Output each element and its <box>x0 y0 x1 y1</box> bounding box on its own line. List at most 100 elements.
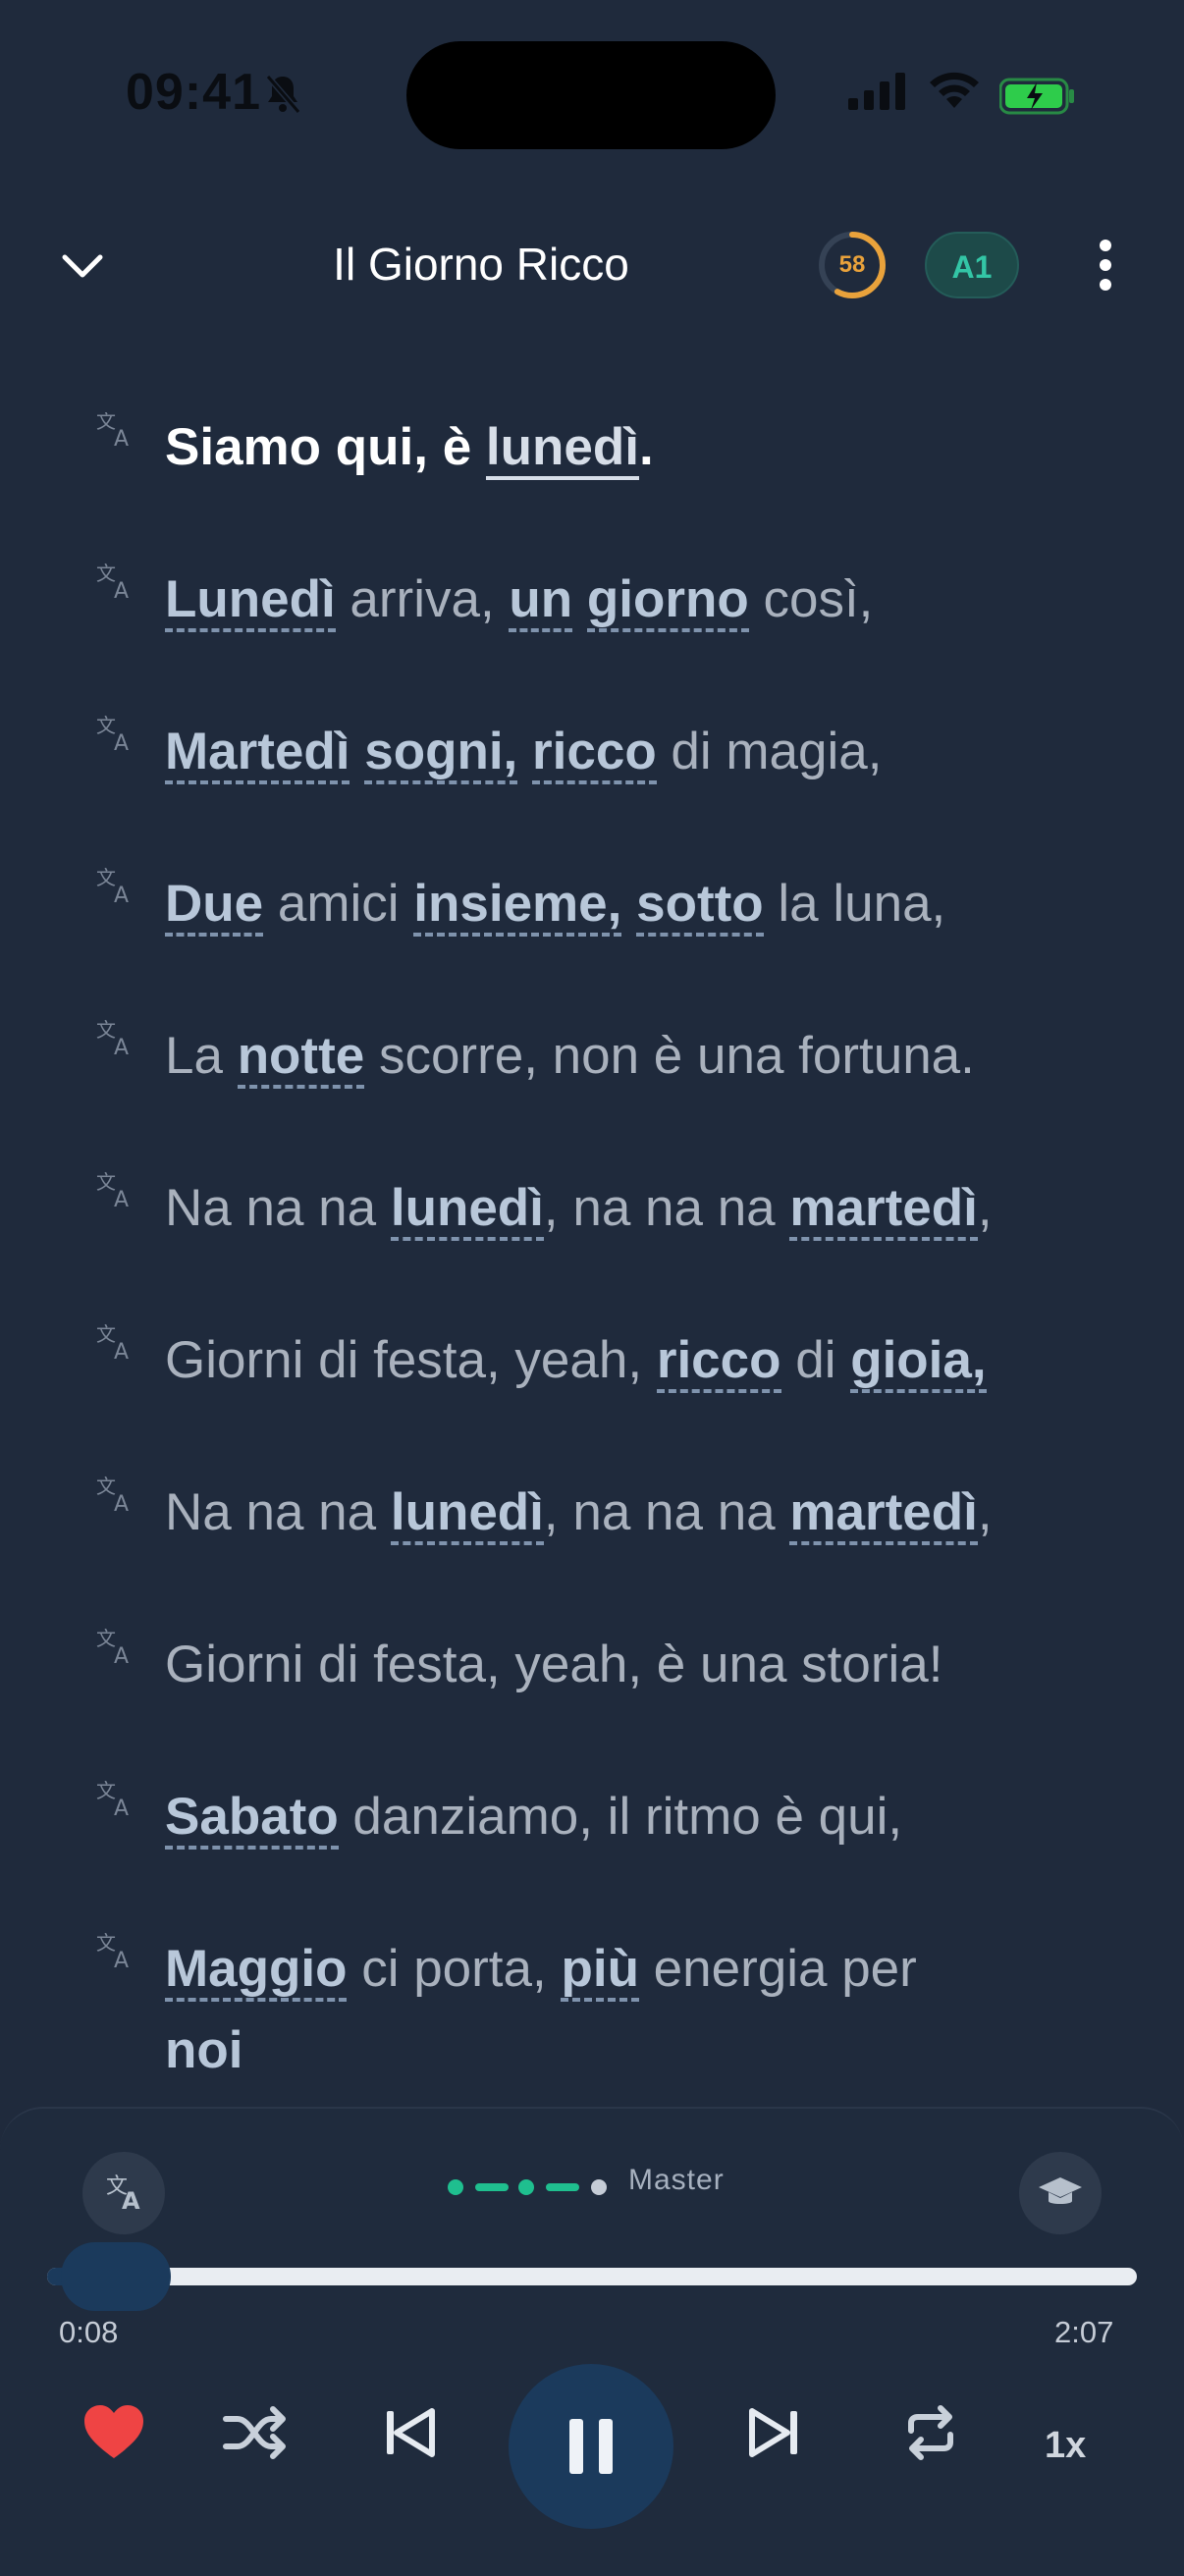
vocab-word[interactable]: ricco <box>656 1331 781 1393</box>
vocab-word[interactable]: Lunedì <box>165 570 336 632</box>
svg-text:文: 文 <box>96 562 116 585</box>
shuffle-icon[interactable] <box>222 2403 291 2462</box>
lyric-text: Lunedì arriva, un giorno così, <box>165 564 873 635</box>
lyric-segment: Giorni di festa, yeah, è una storia! <box>165 1636 943 1693</box>
cell-signal-icon <box>848 73 905 110</box>
svg-text:A: A <box>114 1036 129 1060</box>
wifi-icon <box>930 72 979 108</box>
translate-line-icon[interactable]: 文A <box>94 1470 141 1517</box>
svg-text:A: A <box>114 1492 129 1517</box>
heart-icon[interactable] <box>82 2403 145 2462</box>
vocab-word[interactable]: Martedì <box>165 723 350 784</box>
mastery-level-label: Master <box>628 2164 725 2196</box>
translate-line-icon[interactable]: 文A <box>94 412 141 452</box>
song-header: Il Giorno Ricco 58 A1 <box>0 216 1184 314</box>
more-options-icon[interactable] <box>1090 236 1121 295</box>
skip-next-icon[interactable] <box>746 2403 801 2462</box>
svg-text:文: 文 <box>96 1779 116 1802</box>
vocab-word[interactable]: un <box>509 570 573 632</box>
vocab-word[interactable]: più <box>561 1940 639 2002</box>
translate-line-icon[interactable]: 文A <box>94 557 141 604</box>
lyric-segment: energia per <box>638 1940 917 1998</box>
lyric-text: La notte scorre, non è una fortuna. <box>165 1021 975 1092</box>
lyric-text: Na na na lunedì, na na na martedì, <box>165 1173 993 1244</box>
pause-icon <box>569 2419 613 2474</box>
lyric-text-active: Siamo qui, è lunedì. <box>165 412 654 483</box>
learn-mode-button[interactable] <box>1019 2152 1102 2234</box>
playback-speed-button[interactable]: 1x <box>1045 2425 1086 2467</box>
vocab-word[interactable]: sotto <box>636 875 764 937</box>
translate-toggle-button[interactable]: 文 A <box>82 2152 165 2234</box>
lyric-segment: amici <box>263 875 414 933</box>
svg-text:A: A <box>114 884 129 908</box>
translate-line-icon[interactable]: 文A <box>94 1926 141 1973</box>
lyric-segment <box>517 723 532 780</box>
vocab-word[interactable]: ricco <box>532 723 657 784</box>
status-bar: 09:41 <box>0 0 1184 196</box>
translate-line-icon[interactable]: 文A <box>94 1013 141 1060</box>
vocab-word[interactable]: Sabato <box>165 1788 339 1850</box>
translate-line-icon[interactable]: 文A <box>94 709 141 756</box>
translate-line-icon[interactable]: 文A <box>94 1622 141 1669</box>
bell-muted-icon <box>265 75 301 114</box>
lyric-text: Due amici insieme, sotto la luna, <box>165 869 945 939</box>
lyric-text: Giorni di festa, yeah, ricco di gioia, <box>165 1325 987 1396</box>
pause-button[interactable] <box>509 2364 673 2529</box>
vocab-word[interactable]: martedì <box>789 1483 978 1545</box>
vocab-word[interactable]: lunedì <box>485 418 639 480</box>
chevron-down-icon[interactable] <box>53 243 112 287</box>
vocab-word[interactable]: sogni, <box>364 723 518 784</box>
status-time: 09:41 <box>126 64 261 121</box>
translate-line-icon[interactable]: 文A <box>94 1774 141 1821</box>
battery-charging-icon <box>999 78 1074 115</box>
lyric-segment: , <box>977 1483 993 1541</box>
lyric-segment: , na na na <box>543 1179 790 1237</box>
vocab-word[interactable]: noi <box>165 2020 242 2081</box>
vocab-word[interactable]: insieme, <box>413 875 622 937</box>
vocab-word[interactable]: gioia, <box>850 1331 987 1393</box>
translate-line-icon[interactable]: 文A <box>94 861 141 908</box>
score-value: 58 <box>838 251 866 278</box>
lyric-segment: Na na na <box>165 1179 391 1237</box>
seek-bar-thumb[interactable] <box>60 2242 171 2311</box>
svg-text:文: 文 <box>96 1322 116 1346</box>
repeat-icon[interactable] <box>901 2403 960 2462</box>
vocab-word[interactable]: notte <box>237 1027 365 1089</box>
vocab-word[interactable]: lunedì <box>390 1179 544 1241</box>
lyric-segment <box>572 570 587 628</box>
lyric-segment: ci porta, <box>347 1940 562 1998</box>
svg-text:文: 文 <box>96 866 116 889</box>
lyric-segment: Na na na <box>165 1483 391 1541</box>
translate-icon: 文 A <box>106 2174 140 2215</box>
svg-text:A: A <box>114 1644 129 1669</box>
lyric-segment: scorre, non è una fortuna. <box>364 1027 975 1085</box>
svg-text:文: 文 <box>96 1018 116 1042</box>
translate-line-icon[interactable]: 文A <box>94 1165 141 1212</box>
vocab-word[interactable]: giorno <box>586 570 749 632</box>
vocab-word[interactable]: Due <box>165 875 264 937</box>
svg-text:文: 文 <box>96 1627 116 1650</box>
lyric-segment: danziamo, il ritmo è qui, <box>338 1788 903 1846</box>
lyric-text: Na na na lunedì, na na na martedì, <box>165 1477 993 1548</box>
svg-text:A: A <box>114 1797 129 1821</box>
lyric-segment: arriva, <box>335 570 510 628</box>
graduation-cap-icon <box>1039 2177 1082 2204</box>
lyric-segment: così, <box>748 570 874 628</box>
svg-text:A: A <box>114 427 129 452</box>
current-time: 0:08 <box>59 2315 119 2349</box>
svg-text:文: 文 <box>96 412 116 433</box>
vocab-word[interactable]: martedì <box>789 1179 978 1241</box>
svg-text:A: A <box>114 1340 129 1365</box>
level-badge[interactable]: A1 <box>925 232 1019 298</box>
svg-text:A: A <box>122 2187 140 2215</box>
seek-bar-track[interactable] <box>47 2268 1137 2285</box>
lyric-segment: Giorni di festa, yeah, <box>165 1331 657 1389</box>
skip-previous-icon[interactable] <box>383 2403 438 2462</box>
svg-text:文: 文 <box>96 1475 116 1498</box>
vocab-word[interactable]: Maggio <box>165 1940 348 2002</box>
vocab-word[interactable]: lunedì <box>390 1483 544 1545</box>
svg-text:A: A <box>114 1188 129 1212</box>
lyric-text: Maggio ci porta, più energia per <box>165 1934 917 2005</box>
translate-line-icon[interactable]: 文A <box>94 1317 141 1365</box>
lyric-segment <box>621 875 636 933</box>
